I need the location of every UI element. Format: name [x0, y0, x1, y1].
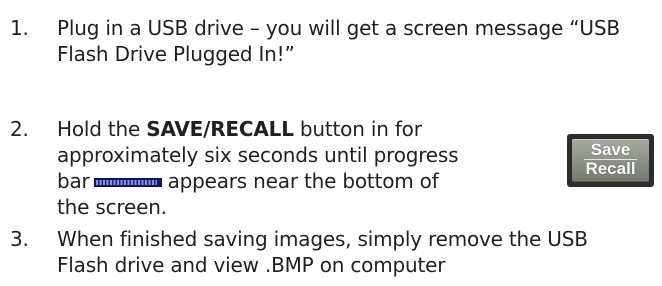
step-line: bar appears near the bottom of [57, 168, 458, 194]
step-text-segment: button in for [293, 117, 422, 141]
step-line: Plug in a USB drive – you will get a scr… [57, 16, 620, 40]
save-recall-button-image: Save Recall [567, 134, 654, 187]
step-text: Hold the SAVE/RECALL button in for appro… [57, 116, 459, 220]
step-number: 2. [10, 117, 29, 141]
progress-bar-fill [95, 180, 157, 185]
step-line: Hold the SAVE/RECALL button in for [57, 116, 458, 142]
step-number: 3. [10, 227, 29, 251]
step-number: 1. [10, 16, 29, 40]
step-line: When finished saving images, simply remo… [57, 227, 588, 251]
step-text-segment: Hold the [57, 117, 147, 141]
progress-bar-icon [93, 178, 162, 187]
step-text-segment: appears near the bottom of [167, 169, 439, 193]
step-text: Plug in a USB drive – you will get a scr… [57, 15, 620, 67]
step-line: approximately six seconds until progress [57, 143, 459, 167]
button-label-save: Save [590, 140, 631, 159]
step-text: When finished saving images, simply remo… [57, 226, 588, 278]
step-line: the screen. [57, 195, 167, 219]
step-text-segment: bar [57, 169, 90, 193]
step-line: Flash drive and view .BMP on computer [57, 253, 446, 277]
step-line: Flash Drive Plugged In!” [57, 42, 295, 66]
save-recall-label: SAVE/RECALL [146, 117, 294, 141]
button-face: Save Recall [572, 139, 649, 182]
button-label-recall: Recall [585, 159, 636, 178]
